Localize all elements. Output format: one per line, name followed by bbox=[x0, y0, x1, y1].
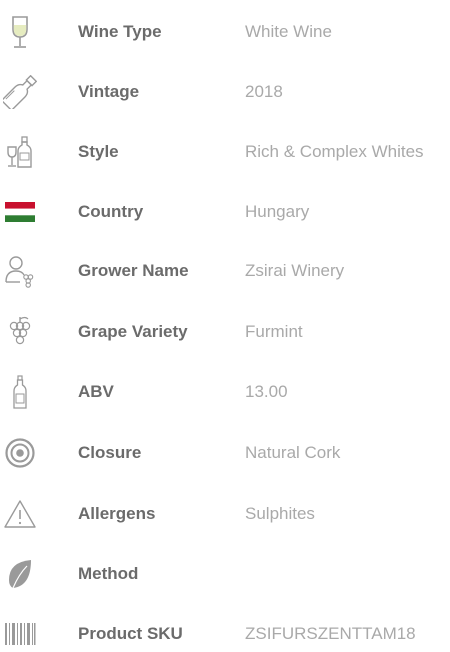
leaf-icon bbox=[2, 556, 38, 592]
warning-icon bbox=[2, 496, 38, 532]
spec-row-grower-name: Grower Name Zsirai Winery bbox=[0, 253, 450, 289]
glass-and-bottle-icon bbox=[2, 134, 38, 170]
spec-label: Grape Variety bbox=[78, 322, 188, 341]
spec-row-vintage: Vintage 2018 bbox=[0, 74, 450, 110]
spec-label: Vintage bbox=[78, 82, 140, 101]
spec-label: Country bbox=[78, 202, 144, 221]
spec-value: Sulphites bbox=[245, 504, 315, 523]
spec-value: Zsirai Winery bbox=[245, 261, 345, 280]
spec-row-product-sku: Product SKU ZSIFURSZENTTAM18 bbox=[0, 616, 450, 652]
spec-row-grape-variety: Grape Variety Furmint bbox=[0, 314, 450, 350]
grapes-icon bbox=[2, 314, 38, 350]
spec-row-style: Style Rich & Complex Whites bbox=[0, 134, 450, 170]
spec-label: Method bbox=[78, 564, 139, 583]
spec-value: ZSIFURSZENTTAM18 bbox=[245, 624, 416, 643]
wine-glass-icon bbox=[2, 14, 38, 50]
spec-row-wine-type: Wine Type White Wine bbox=[0, 14, 450, 50]
spec-label: Wine Type bbox=[78, 22, 162, 41]
spec-row-method: Method bbox=[0, 556, 450, 592]
spec-label: Allergens bbox=[78, 504, 156, 523]
bottle-icon bbox=[2, 74, 38, 110]
spec-value: 13.00 bbox=[245, 382, 288, 401]
spec-value: 2018 bbox=[245, 82, 283, 101]
spec-value: Furmint bbox=[245, 322, 303, 341]
spec-label: Style bbox=[78, 142, 119, 161]
spec-value: Natural Cork bbox=[245, 443, 341, 462]
small-bottle-icon bbox=[2, 374, 38, 410]
spec-row-country: Country Hungary bbox=[0, 194, 450, 230]
spec-value: White Wine bbox=[245, 22, 332, 41]
spec-label: ABV bbox=[78, 382, 114, 401]
spec-label: Closure bbox=[78, 443, 142, 462]
spec-row-abv: ABV 13.00 bbox=[0, 374, 450, 410]
spec-row-allergens: Allergens Sulphites bbox=[0, 496, 450, 532]
spec-row-closure: Closure Natural Cork bbox=[0, 435, 450, 471]
hungary-flag-icon bbox=[2, 194, 38, 230]
spec-value: Hungary bbox=[245, 202, 310, 221]
spec-label: Product SKU bbox=[78, 624, 183, 643]
barcode-icon bbox=[2, 616, 38, 652]
grower-icon bbox=[2, 253, 38, 289]
spec-value: Rich & Complex Whites bbox=[245, 142, 424, 161]
product-spec-list: Wine Type White Wine Vintage 2018 Style … bbox=[0, 0, 450, 645]
spec-label: Grower Name bbox=[78, 261, 189, 280]
cork-icon bbox=[2, 435, 38, 471]
